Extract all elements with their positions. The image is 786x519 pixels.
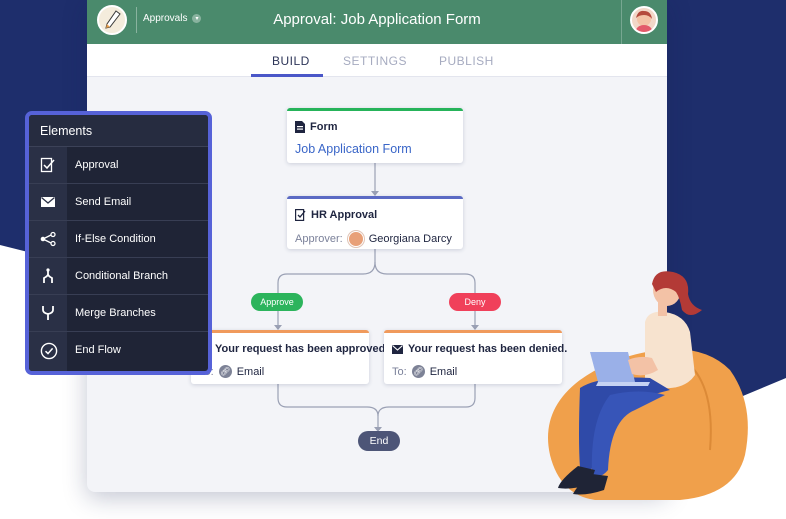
hr-approval-label: HR Approval xyxy=(311,209,378,221)
envelope-icon xyxy=(392,344,403,354)
elements-panel: Elements Approval Send Email If-Else Con… xyxy=(25,111,212,375)
element-conditional-branch[interactable]: Conditional Branch xyxy=(29,258,208,295)
recipient-target: Email xyxy=(429,365,458,378)
element-label: Merge Branches xyxy=(75,307,156,319)
element-label: End Flow xyxy=(75,344,121,356)
to-label: To: xyxy=(392,365,407,378)
recipient-target: Email xyxy=(236,365,265,378)
form-link[interactable]: Job Application Form xyxy=(295,142,412,156)
condition-icon xyxy=(40,231,56,247)
approve-branch-label[interactable]: Approve xyxy=(251,293,303,311)
check-circle-icon xyxy=(40,342,58,360)
approver-line: Approver: Georgiana Darcy xyxy=(295,231,452,247)
branch-icon xyxy=(40,268,56,284)
denied-email-recipient: To: 🔗︎ Email xyxy=(392,365,457,378)
element-if-else[interactable]: If-Else Condition xyxy=(29,221,208,258)
approver-label: Approver: xyxy=(295,233,343,245)
element-merge-branches[interactable]: Merge Branches xyxy=(29,295,208,332)
approved-email-title: Your request has been approved. xyxy=(199,343,388,355)
approved-email-label: Your request has been approved. xyxy=(215,343,389,355)
deny-branch-label[interactable]: Deny xyxy=(449,293,501,311)
element-label: Approval xyxy=(75,159,119,171)
elements-panel-title: Elements xyxy=(29,115,208,147)
approval-icon xyxy=(40,157,56,173)
document-icon xyxy=(295,121,305,133)
denied-email-node[interactable]: Your request has been denied. To: 🔗︎ Ema… xyxy=(384,330,567,384)
approved-email-node[interactable]: Your request has been approved. To: 🔗︎ E… xyxy=(191,330,388,384)
form-node-title: Form xyxy=(295,121,338,133)
approval-icon xyxy=(295,209,306,221)
merge-icon xyxy=(40,305,56,321)
element-send-email[interactable]: Send Email xyxy=(29,184,208,221)
hr-approval-node[interactable]: HR Approval Approver: Georgiana Darcy xyxy=(287,196,463,249)
form-node[interactable]: Form Job Application Form xyxy=(287,108,463,163)
link-icon: 🔗︎ xyxy=(411,365,425,378)
hr-approval-title: HR Approval xyxy=(295,209,377,221)
end-node[interactable]: End xyxy=(358,431,400,451)
envelope-icon xyxy=(40,194,56,210)
element-label: Send Email xyxy=(75,196,132,208)
element-label: Conditional Branch xyxy=(75,270,168,282)
link-icon: 🔗︎ xyxy=(218,365,232,378)
approver-name: Georgiana Darcy xyxy=(368,233,452,245)
woman-on-beanbag-illustration xyxy=(548,271,748,500)
element-end-flow[interactable]: End Flow xyxy=(29,332,208,369)
approver-avatar xyxy=(347,231,364,247)
form-node-label: Form xyxy=(310,121,338,133)
element-approval[interactable]: Approval xyxy=(29,147,208,184)
element-label: If-Else Condition xyxy=(75,233,156,245)
